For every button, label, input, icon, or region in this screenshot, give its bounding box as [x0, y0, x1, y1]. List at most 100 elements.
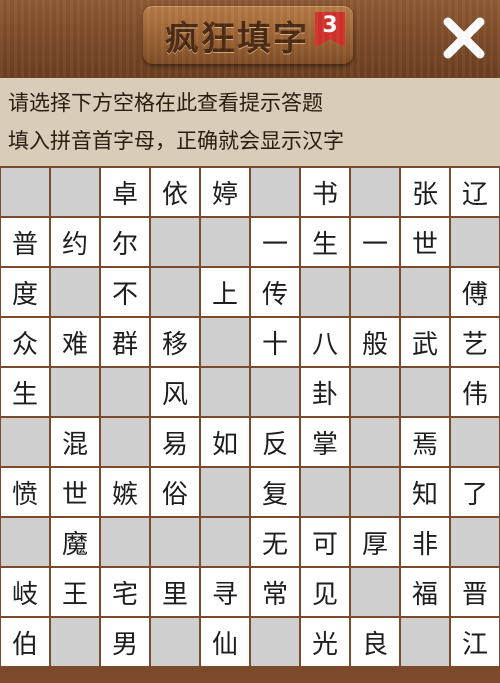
empty-cell[interactable]: [101, 518, 149, 566]
grid-cell[interactable]: 里: [151, 568, 199, 616]
empty-cell[interactable]: [201, 468, 249, 516]
empty-cell[interactable]: [151, 218, 199, 266]
empty-cell[interactable]: [251, 168, 299, 216]
grid-cell[interactable]: 风: [151, 368, 199, 416]
grid-cell[interactable]: 世: [401, 218, 449, 266]
grid-cell[interactable]: 嫉: [101, 468, 149, 516]
grid-cell[interactable]: 十: [251, 318, 299, 366]
grid-cell[interactable]: 移: [151, 318, 199, 366]
empty-cell[interactable]: [351, 268, 399, 316]
empty-cell[interactable]: [1, 518, 49, 566]
grid-cell[interactable]: 书: [301, 168, 349, 216]
grid-cell[interactable]: 不: [101, 268, 149, 316]
empty-cell[interactable]: [151, 618, 199, 666]
empty-cell[interactable]: [251, 618, 299, 666]
empty-cell[interactable]: [1, 418, 49, 466]
grid-cell[interactable]: 光: [301, 618, 349, 666]
grid-cell[interactable]: 反: [251, 418, 299, 466]
grid-cell[interactable]: 知: [401, 468, 449, 516]
empty-cell[interactable]: [151, 518, 199, 566]
grid-cell[interactable]: 魔: [51, 518, 99, 566]
grid-cell[interactable]: 传: [251, 268, 299, 316]
grid-cell[interactable]: 一: [251, 218, 299, 266]
grid-cell[interactable]: 仙: [201, 618, 249, 666]
grid-cell[interactable]: 傅: [451, 268, 499, 316]
empty-cell[interactable]: [101, 418, 149, 466]
grid-cell[interactable]: 辽: [451, 168, 499, 216]
grid-cell[interactable]: 俗: [151, 468, 199, 516]
grid-cell[interactable]: 生: [301, 218, 349, 266]
close-button[interactable]: [440, 14, 488, 62]
empty-cell[interactable]: [351, 368, 399, 416]
empty-cell[interactable]: [351, 168, 399, 216]
grid-cell[interactable]: 见: [301, 568, 349, 616]
grid-cell[interactable]: 焉: [401, 418, 449, 466]
grid-cell[interactable]: 王: [51, 568, 99, 616]
grid-cell[interactable]: 福: [401, 568, 449, 616]
empty-cell[interactable]: [51, 268, 99, 316]
empty-cell[interactable]: [301, 468, 349, 516]
grid-cell[interactable]: 易: [151, 418, 199, 466]
grid-cell[interactable]: 宅: [101, 568, 149, 616]
grid-cell[interactable]: 寻: [201, 568, 249, 616]
grid-cell[interactable]: 依: [151, 168, 199, 216]
grid-cell[interactable]: 伯: [1, 618, 49, 666]
grid-cell[interactable]: 晋: [451, 568, 499, 616]
grid-cell[interactable]: 八: [301, 318, 349, 366]
grid-cell[interactable]: 度: [1, 268, 49, 316]
grid-cell[interactable]: 混: [51, 418, 99, 466]
empty-cell[interactable]: [351, 568, 399, 616]
grid-cell[interactable]: 常: [251, 568, 299, 616]
grid-cell[interactable]: 上: [201, 268, 249, 316]
grid-cell[interactable]: 伟: [451, 368, 499, 416]
empty-cell[interactable]: [451, 518, 499, 566]
grid-cell[interactable]: 卦: [301, 368, 349, 416]
empty-cell[interactable]: [401, 268, 449, 316]
empty-cell[interactable]: [101, 368, 149, 416]
empty-cell[interactable]: [451, 418, 499, 466]
empty-cell[interactable]: [51, 618, 99, 666]
grid-cell[interactable]: 男: [101, 618, 149, 666]
grid-cell[interactable]: 世: [51, 468, 99, 516]
empty-cell[interactable]: [351, 468, 399, 516]
grid-cell[interactable]: 掌: [301, 418, 349, 466]
grid-cell[interactable]: 约: [51, 218, 99, 266]
empty-cell[interactable]: [201, 318, 249, 366]
empty-cell[interactable]: [401, 368, 449, 416]
grid-cell[interactable]: 卓: [101, 168, 149, 216]
empty-cell[interactable]: [1, 168, 49, 216]
grid-cell[interactable]: 良: [351, 618, 399, 666]
grid-cell[interactable]: 生: [1, 368, 49, 416]
grid-cell[interactable]: 无: [251, 518, 299, 566]
grid-cell[interactable]: 如: [201, 418, 249, 466]
grid-cell[interactable]: 岐: [1, 568, 49, 616]
empty-cell[interactable]: [351, 418, 399, 466]
empty-cell[interactable]: [401, 618, 449, 666]
empty-cell[interactable]: [451, 218, 499, 266]
empty-cell[interactable]: [51, 368, 99, 416]
grid-cell[interactable]: 江: [451, 618, 499, 666]
grid-cell[interactable]: 艺: [451, 318, 499, 366]
empty-cell[interactable]: [301, 268, 349, 316]
grid-cell[interactable]: 复: [251, 468, 299, 516]
grid-cell[interactable]: 非: [401, 518, 449, 566]
grid-cell[interactable]: 尔: [101, 218, 149, 266]
grid-cell[interactable]: 厚: [351, 518, 399, 566]
grid-cell[interactable]: 可: [301, 518, 349, 566]
empty-cell[interactable]: [251, 368, 299, 416]
empty-cell[interactable]: [151, 268, 199, 316]
grid-cell[interactable]: 婷: [201, 168, 249, 216]
grid-cell[interactable]: 众: [1, 318, 49, 366]
empty-cell[interactable]: [201, 518, 249, 566]
grid-cell[interactable]: 难: [51, 318, 99, 366]
grid-cell[interactable]: 武: [401, 318, 449, 366]
empty-cell[interactable]: [201, 368, 249, 416]
grid-cell[interactable]: 一: [351, 218, 399, 266]
grid-cell[interactable]: 愤: [1, 468, 49, 516]
empty-cell[interactable]: [51, 168, 99, 216]
grid-cell[interactable]: 张: [401, 168, 449, 216]
grid-cell[interactable]: 般: [351, 318, 399, 366]
grid-cell[interactable]: 普: [1, 218, 49, 266]
grid-cell[interactable]: 群: [101, 318, 149, 366]
grid-cell[interactable]: 了: [451, 468, 499, 516]
